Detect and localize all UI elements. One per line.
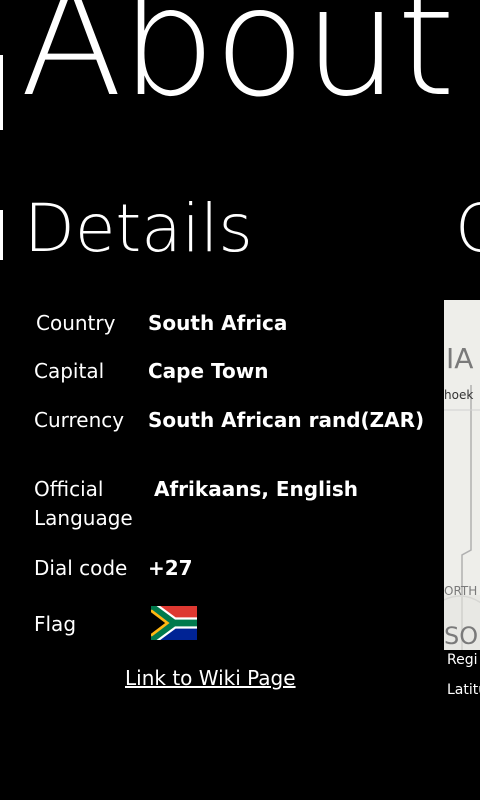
language-label-line1: Official bbox=[34, 477, 104, 501]
map-latitude-label: Latitu bbox=[447, 682, 480, 698]
country-details-page: About Details C Country South Africa Cap… bbox=[0, 0, 480, 800]
map-label-south-fragment: SO bbox=[444, 622, 479, 650]
country-value: South Africa bbox=[148, 311, 288, 335]
flag-label: Flag bbox=[34, 612, 77, 636]
previous-panel-edge bbox=[0, 210, 3, 260]
country-label: Country bbox=[36, 311, 116, 335]
currency-value: South African rand(ZAR) bbox=[148, 408, 425, 432]
section-title: Details bbox=[24, 190, 253, 267]
map-label-city-fragment: hoek bbox=[444, 388, 474, 402]
next-section-title[interactable]: C bbox=[455, 196, 480, 262]
south-africa-flag-icon bbox=[151, 606, 197, 640]
capital-value: Cape Town bbox=[148, 359, 269, 383]
map-label-country-fragment: IA bbox=[446, 342, 474, 375]
language-value: Afrikaans, English bbox=[154, 477, 358, 501]
map-region-label: Regi bbox=[447, 652, 478, 668]
map-label-region-fragment: ORTH bbox=[444, 584, 478, 598]
language-label-line2: Language bbox=[34, 506, 133, 530]
dial-code-label: Dial code bbox=[34, 556, 128, 580]
map-preview[interactable]: IA hoek ORTH SO bbox=[444, 300, 480, 650]
currency-label: Currency bbox=[34, 408, 125, 432]
panorama-title: About bbox=[20, 0, 455, 130]
dial-code-value: +27 bbox=[148, 556, 193, 580]
capital-label: Capital bbox=[34, 359, 105, 383]
previous-panel-edge bbox=[0, 55, 3, 130]
wiki-page-link[interactable]: Link to Wiki Page bbox=[125, 666, 296, 690]
